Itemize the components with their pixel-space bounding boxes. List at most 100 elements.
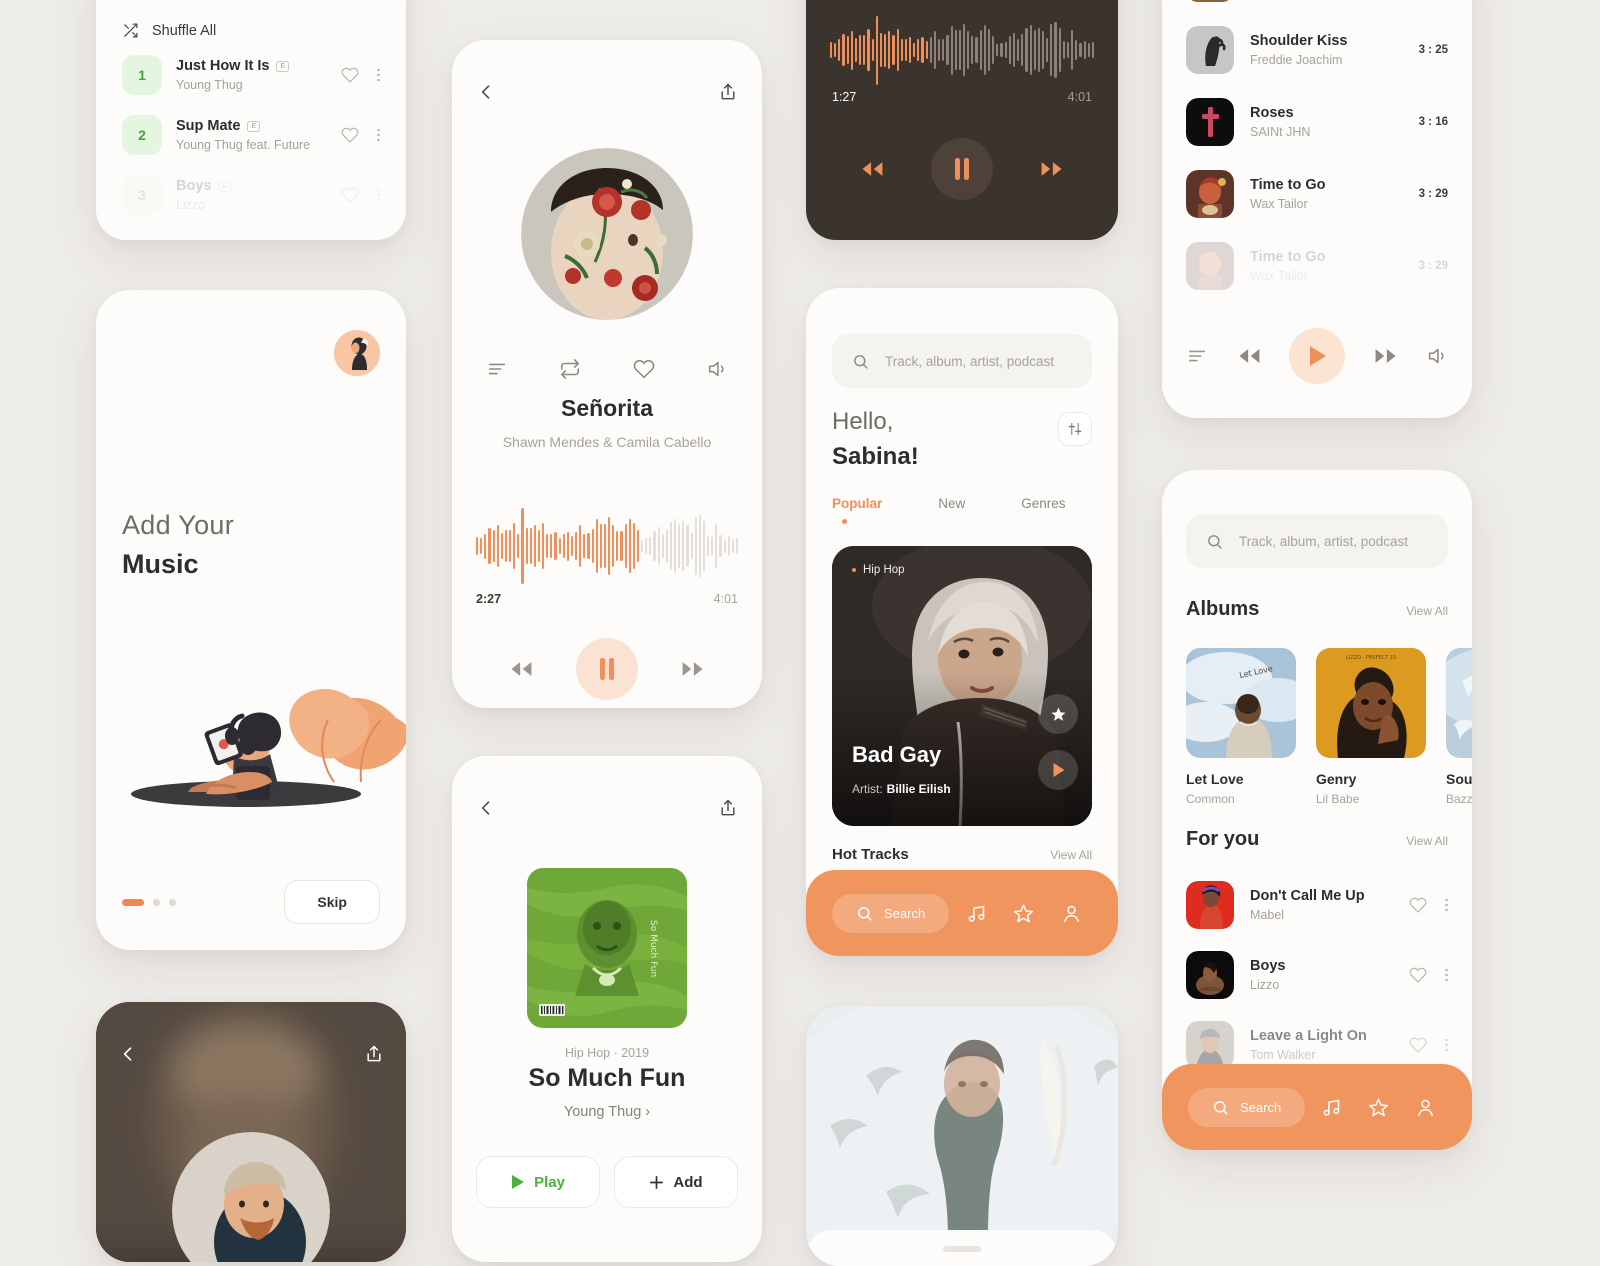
search-icon	[1212, 1099, 1229, 1116]
play-icon	[1051, 762, 1066, 778]
view-all-link[interactable]: View All	[1050, 848, 1092, 862]
more-options-icon[interactable]	[377, 68, 380, 82]
pagination-dot-active[interactable]	[122, 898, 144, 906]
featured-track-card[interactable]: Hip Hop Bad Gay Artist: Billie Eilish	[832, 546, 1092, 826]
back-icon[interactable]	[476, 798, 496, 818]
tab-genres[interactable]: Genres	[1021, 496, 1065, 511]
heart-icon[interactable]	[341, 126, 359, 144]
album-item[interactable]: Let Love Let Love Common	[1186, 648, 1296, 806]
view-all-link[interactable]: View All	[1406, 834, 1448, 848]
screenshot-canvas: Shuffle All 1 Just How It Is E Young Thu…	[0, 0, 1600, 1266]
pause-button[interactable]	[576, 638, 638, 700]
play-button[interactable]: Play	[476, 1156, 600, 1208]
album-detail-card: So Much Fun Hip Hop · 2019 So Much Fun Y…	[452, 756, 762, 1262]
search-input[interactable]: Track, album, artist, podcast	[1186, 514, 1448, 568]
heart-icon[interactable]	[341, 186, 359, 204]
play-label: Play	[534, 1173, 565, 1191]
table-row[interactable]: 2 Sup Mate E Young Thug feat. Future	[96, 105, 406, 165]
track-info: Time to Go Wax Tailor	[1250, 177, 1403, 211]
share-icon[interactable]	[364, 1044, 384, 1064]
tab-new[interactable]: New	[938, 496, 965, 511]
rewind-icon[interactable]	[1236, 347, 1262, 365]
pagination-dot[interactable]	[153, 898, 160, 906]
person-icon[interactable]	[1050, 903, 1092, 924]
list-item[interactable]: Shoulder Kiss Freddie Joachim 3 : 25	[1162, 14, 1472, 86]
forward-icon[interactable]	[1039, 160, 1065, 178]
album-artist-link[interactable]: Young Thug ›	[452, 1104, 762, 1120]
forward-icon[interactable]	[1373, 347, 1399, 365]
rewind-icon[interactable]	[508, 660, 534, 678]
pause-button[interactable]	[931, 138, 993, 200]
list-item[interactable]: Time to Go Wax Tailor 3 : 29	[1162, 230, 1472, 302]
list-item[interactable]: RANSOM Ransom Lil Tecca 1 : 20	[1162, 0, 1472, 14]
table-row[interactable]: 1 Just How It Is E Young Thug	[96, 45, 406, 105]
track-title: Boys	[1250, 958, 1286, 974]
share-icon[interactable]	[718, 798, 738, 818]
waveform-progress[interactable]	[830, 15, 1094, 85]
album-artwork: So Much Fun	[527, 868, 687, 1028]
view-all-link[interactable]: View All	[1406, 604, 1448, 618]
avatar[interactable]	[334, 330, 380, 376]
nav-search-button[interactable]: Search	[1188, 1087, 1306, 1127]
heart-icon[interactable]	[1409, 966, 1427, 984]
tab-popular[interactable]: Popular	[832, 496, 882, 524]
music-note-icon[interactable]	[1311, 1097, 1352, 1118]
back-icon[interactable]	[118, 1044, 138, 1064]
add-button[interactable]: Add	[614, 1156, 738, 1208]
nav-search-button[interactable]: Search	[832, 893, 950, 933]
more-options-icon[interactable]	[1445, 1038, 1448, 1052]
play-button[interactable]	[1038, 750, 1078, 790]
playlist-icon[interactable]	[1186, 345, 1208, 367]
featured-artist: Artist: Billie Eilish	[852, 782, 951, 796]
more-options-icon[interactable]	[377, 128, 380, 142]
list-item[interactable]: Boys Lizzo	[1162, 940, 1472, 1010]
track-info: Don't Call Me Up Mabel	[1250, 888, 1393, 922]
star-icon[interactable]	[1003, 903, 1045, 924]
favorite-button[interactable]	[1038, 694, 1078, 734]
search-input[interactable]: Track, album, artist, podcast	[832, 334, 1092, 388]
star-icon[interactable]	[1358, 1097, 1399, 1118]
heart-icon[interactable]	[633, 358, 655, 380]
album-artist: Lil Babe	[1316, 792, 1360, 806]
heart-icon[interactable]	[341, 66, 359, 84]
filter-button[interactable]	[1058, 412, 1092, 446]
volume-icon[interactable]	[1426, 345, 1448, 367]
back-icon[interactable]	[476, 82, 496, 102]
forward-icon[interactable]	[680, 660, 706, 678]
hot-tracks-title: Hot Tracks	[832, 846, 909, 863]
list-item[interactable]: Roses SAINt JHN 3 : 16	[1162, 86, 1472, 158]
track-number: 1	[122, 55, 162, 95]
more-options-icon[interactable]	[1445, 898, 1448, 912]
heart-icon[interactable]	[1409, 896, 1427, 914]
play-button[interactable]	[1289, 328, 1345, 384]
list-item[interactable]: Don't Call Me Up Mabel	[1162, 870, 1472, 940]
rewind-icon[interactable]	[859, 160, 885, 178]
album-artist: Common	[1186, 792, 1235, 806]
list-item[interactable]: Time to Go Wax Tailor 3 : 29	[1162, 158, 1472, 230]
more-options-icon[interactable]	[377, 188, 380, 202]
waveform-progress[interactable]	[476, 508, 738, 584]
pagination-dot[interactable]	[169, 898, 176, 906]
music-note-icon[interactable]	[955, 903, 997, 924]
playback-controls	[452, 638, 762, 700]
skip-button[interactable]: Skip	[284, 880, 380, 924]
track-info: Sup Mate E Young Thug feat. Future	[176, 118, 327, 152]
dark-mini-player-card: 1:27 4:01	[806, 0, 1118, 240]
video-preview-card[interactable]	[806, 1006, 1118, 1266]
volume-icon[interactable]	[706, 358, 728, 380]
plus-icon	[649, 1175, 664, 1190]
shuffle-icon	[122, 22, 139, 39]
table-row[interactable]: 3 Boys E Lizzo	[96, 165, 406, 225]
share-icon[interactable]	[718, 82, 738, 102]
heart-icon[interactable]	[1409, 1036, 1427, 1054]
playlist-icon[interactable]	[486, 358, 508, 380]
more-options-icon[interactable]	[1445, 968, 1448, 982]
album-item[interactable]: Soul Sea Bazzi	[1446, 648, 1472, 806]
bottom-sheet-handle[interactable]	[806, 1230, 1118, 1266]
person-icon[interactable]	[1405, 1097, 1446, 1118]
repeat-icon[interactable]	[559, 358, 581, 380]
shuffle-all-button[interactable]: Shuffle All	[96, 0, 406, 45]
album-thumbnail	[1186, 170, 1234, 218]
current-time: 2:27	[476, 592, 502, 606]
album-item[interactable]: LIZZO · PERFECT 10 Genry Lil Babe	[1316, 648, 1426, 806]
